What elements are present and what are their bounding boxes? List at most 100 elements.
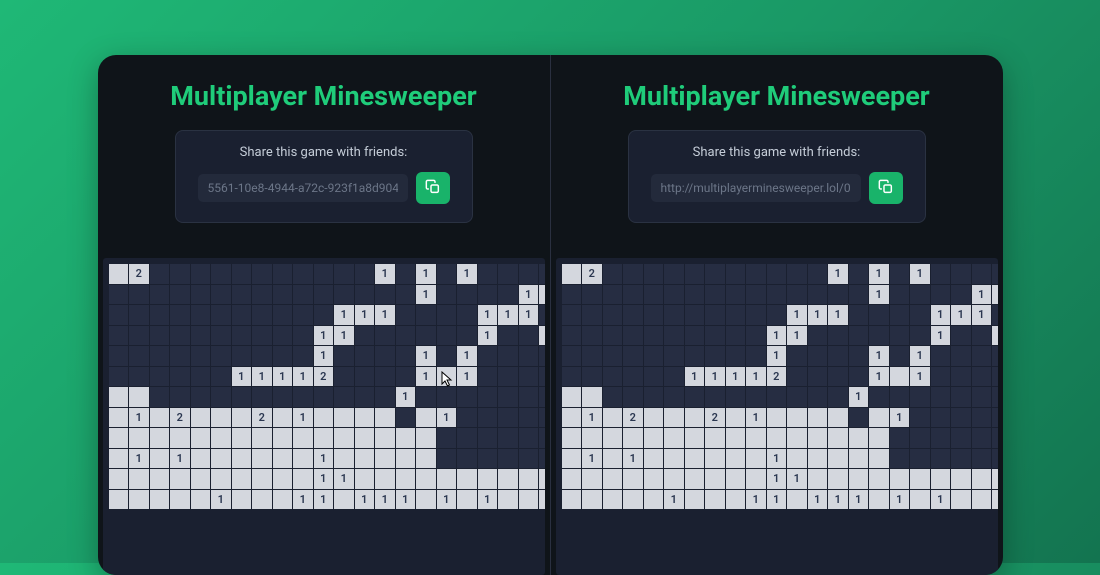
board-cell[interactable] — [828, 346, 848, 366]
board-cell[interactable]: 2 — [582, 264, 602, 284]
board-cell[interactable] — [498, 490, 518, 510]
board-cell[interactable] — [355, 264, 375, 284]
board-cell[interactable] — [539, 264, 545, 284]
board-cell[interactable] — [890, 367, 910, 387]
board-cell[interactable]: 1 — [931, 490, 951, 510]
board-cell[interactable] — [478, 428, 498, 448]
board-cell[interactable] — [562, 387, 582, 407]
board-cell[interactable] — [849, 367, 869, 387]
board-cell[interactable]: 1 — [293, 490, 313, 510]
board-cell[interactable] — [582, 367, 602, 387]
board-cell[interactable] — [232, 408, 252, 428]
board-cell[interactable] — [746, 285, 766, 305]
board-cell[interactable]: 1 — [273, 367, 293, 387]
board-cell[interactable] — [931, 408, 951, 428]
board-cell[interactable]: 1 — [457, 264, 477, 284]
board-cell[interactable] — [787, 367, 807, 387]
board-cell[interactable] — [972, 387, 992, 407]
board-cell[interactable]: 1 — [931, 326, 951, 346]
board-cell[interactable] — [109, 469, 129, 489]
board-cell[interactable] — [191, 387, 211, 407]
board-cell[interactable] — [849, 285, 869, 305]
board-cell[interactable]: 1 — [314, 449, 334, 469]
board-cell[interactable] — [232, 490, 252, 510]
board-cell[interactable] — [808, 346, 828, 366]
board-cell[interactable]: 1 — [992, 326, 998, 346]
board-cell[interactable] — [787, 449, 807, 469]
board-cell[interactable] — [664, 408, 684, 428]
board-cell[interactable] — [787, 285, 807, 305]
board-cell[interactable] — [562, 285, 582, 305]
board-cell[interactable]: 1 — [767, 326, 787, 346]
board-cell[interactable] — [787, 387, 807, 407]
board-cell[interactable] — [498, 387, 518, 407]
board-cell[interactable] — [396, 367, 416, 387]
board-cell[interactable] — [931, 346, 951, 366]
board-cell[interactable] — [396, 305, 416, 325]
board-cell[interactable] — [150, 449, 170, 469]
board-cell[interactable] — [355, 428, 375, 448]
board-cell[interactable] — [685, 449, 705, 469]
board-cell[interactable] — [252, 469, 272, 489]
board-cell[interactable]: 1 — [519, 305, 539, 325]
board-cell[interactable]: 1 — [334, 469, 354, 489]
board-cell[interactable] — [232, 285, 252, 305]
board-cell[interactable] — [767, 387, 787, 407]
board-cell[interactable]: 1 — [416, 367, 436, 387]
board-cell[interactable] — [293, 346, 313, 366]
board-cell[interactable]: 1 — [685, 367, 705, 387]
board-cell[interactable]: 1 — [170, 449, 190, 469]
board-cell[interactable] — [603, 428, 623, 448]
board-cell[interactable] — [972, 449, 992, 469]
board-cell[interactable] — [129, 469, 149, 489]
board-cell[interactable] — [910, 490, 930, 510]
board-cell[interactable] — [582, 346, 602, 366]
board-cell[interactable] — [767, 305, 787, 325]
board-cell[interactable] — [232, 449, 252, 469]
board-cell[interactable] — [109, 305, 129, 325]
board-cell[interactable]: 1 — [910, 367, 930, 387]
board-cell[interactable] — [644, 264, 664, 284]
board-cell[interactable] — [375, 387, 395, 407]
board-cell[interactable] — [623, 387, 643, 407]
board-cell[interactable] — [109, 449, 129, 469]
board-cell[interactable] — [129, 387, 149, 407]
board-cell[interactable] — [191, 490, 211, 510]
board-cell[interactable] — [150, 387, 170, 407]
board-cell[interactable] — [273, 428, 293, 448]
board-cell[interactable]: 1 — [457, 367, 477, 387]
board-cell[interactable] — [623, 469, 643, 489]
board-cell[interactable]: 1 — [828, 264, 848, 284]
board-cell[interactable] — [129, 285, 149, 305]
board-cell[interactable] — [726, 469, 746, 489]
board-cell[interactable] — [992, 428, 998, 448]
board-cell[interactable] — [890, 305, 910, 325]
copy-button[interactable] — [869, 172, 903, 204]
board-cell[interactable] — [375, 449, 395, 469]
board-cell[interactable] — [539, 346, 545, 366]
board-cell[interactable] — [314, 285, 334, 305]
board-cell[interactable] — [582, 305, 602, 325]
board-cell[interactable] — [705, 387, 725, 407]
board-cell[interactable] — [191, 305, 211, 325]
board-cell[interactable] — [705, 346, 725, 366]
board-cell[interactable] — [767, 428, 787, 448]
board-cell[interactable]: 1 — [478, 305, 498, 325]
board-cell[interactable] — [623, 305, 643, 325]
board-cell[interactable] — [109, 387, 129, 407]
board-cell[interactable]: 1 — [334, 305, 354, 325]
board-cell[interactable] — [951, 326, 971, 346]
board-cell[interactable] — [273, 408, 293, 428]
board-cell[interactable] — [170, 469, 190, 489]
board-cell[interactable] — [951, 367, 971, 387]
board-cell[interactable] — [539, 428, 545, 448]
board-cell[interactable]: 1 — [746, 367, 766, 387]
board-cell[interactable]: 1 — [808, 305, 828, 325]
board-cell[interactable] — [334, 285, 354, 305]
board-cell[interactable] — [644, 285, 664, 305]
board-cell[interactable] — [334, 367, 354, 387]
board-cell[interactable] — [334, 490, 354, 510]
board-cell[interactable] — [498, 449, 518, 469]
board-cell[interactable] — [931, 428, 951, 448]
board-cell[interactable] — [478, 367, 498, 387]
